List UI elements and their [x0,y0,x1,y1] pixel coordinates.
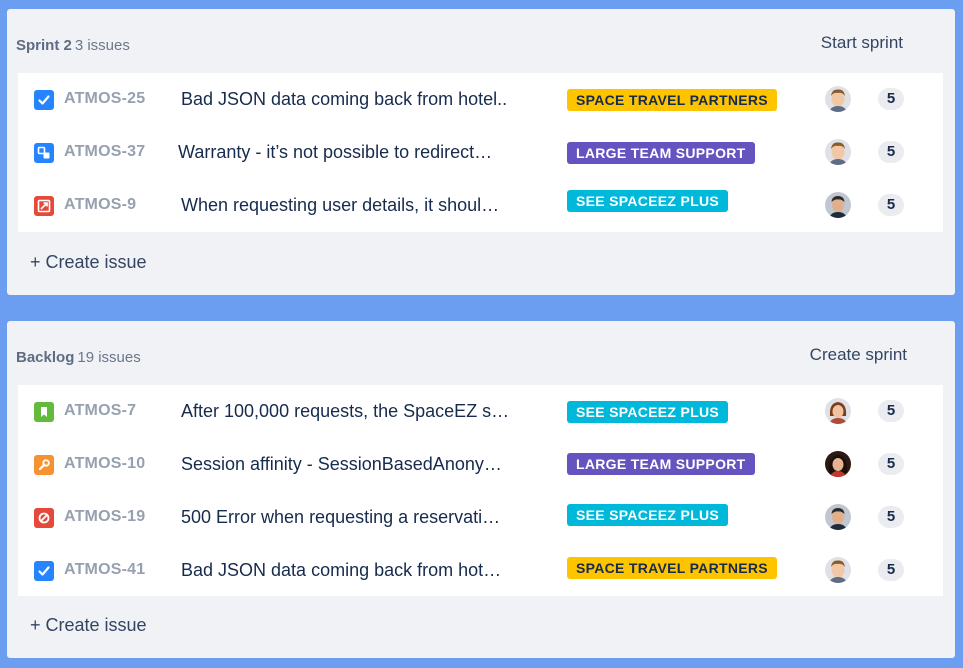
sprint-name: Sprint 2 [16,37,72,54]
epic-badge: LARGE TEAM SUPPORT [567,142,755,164]
issue-row-atmos-7[interactable]: ATMOS-7 After 100,000 requests, the Spac… [18,385,943,438]
task-wrench-icon [34,455,54,475]
issue-summary[interactable]: Session affinity - SessionBasedAnony… [181,454,541,475]
sprint-title: Sprint 23 issues [16,37,130,54]
sprint-panel: Sprint 23 issues Start sprint ATMOS-25 B… [7,9,955,295]
create-sprint-button[interactable]: Create sprint [806,343,911,367]
done-checkbox-icon [34,561,54,581]
backlog-header: Backlog 19 issues Create sprint [16,321,955,385]
story-points: 5 [878,141,904,163]
story-points: 5 [878,88,904,110]
avatar[interactable] [825,504,851,530]
sprint-issue-count: 3 issues [74,37,130,54]
story-points: 5 [878,194,904,216]
story-points: 5 [878,400,904,422]
sprint-issue-list: ATMOS-25 Bad JSON data coming back from … [18,73,943,232]
epic-badge: SPACE TRAVEL PARTNERS [567,557,777,579]
issue-row-atmos-9[interactable]: ATMOS-9 When requesting user details, it… [18,179,943,232]
issue-key[interactable]: ATMOS-19 [64,508,145,526]
issue-row-atmos-37[interactable]: ATMOS-37 Warranty - it’s not possible to… [18,126,943,179]
story-points: 5 [878,453,904,475]
issue-key[interactable]: ATMOS-10 [64,455,145,473]
issue-summary[interactable]: 500 Error when requesting a reservati… [181,507,541,528]
backlog-issue-count: 19 issues [77,349,141,366]
issue-summary[interactable]: Bad JSON data coming back from hot… [181,560,541,581]
backlog-panel: Backlog 19 issues Create sprint ATMOS-7 A… [7,321,955,658]
avatar[interactable] [825,139,851,165]
epic-badge: SEE SPACEEZ PLUS [567,401,729,423]
issue-row-atmos-25[interactable]: ATMOS-25 Bad JSON data coming back from … [18,73,943,126]
issue-key[interactable]: ATMOS-25 [64,90,145,108]
sprint-header: Sprint 23 issues Start sprint [16,9,955,73]
done-checkbox-icon [34,90,54,110]
issue-summary[interactable]: When requesting user details, it shoul… [181,195,541,216]
issue-summary[interactable]: Warranty - it’s not possible to redirect… [178,142,538,163]
issue-key[interactable]: ATMOS-37 [64,143,145,161]
issue-key[interactable]: ATMOS-7 [64,402,136,420]
start-sprint-button[interactable]: Start sprint [817,31,907,55]
subtask-icon [34,143,54,163]
backlog-issue-list: ATMOS-7 After 100,000 requests, the Spac… [18,385,943,596]
epic-badge: SEE SPACEEZ PLUS [567,504,729,526]
issue-row-atmos-10[interactable]: ATMOS-10 Session affinity - SessionBased… [18,438,943,491]
improvement-icon [34,196,54,216]
issue-summary[interactable]: Bad JSON data coming back from hotel.. [181,89,541,110]
avatar[interactable] [825,451,851,477]
issue-key[interactable]: ATMOS-41 [64,561,145,579]
epic-badge: SPACE TRAVEL PARTNERS [567,89,777,111]
avatar[interactable] [825,86,851,112]
backlog-name: Backlog [16,349,75,366]
issue-row-atmos-41[interactable]: ATMOS-41 Bad JSON data coming back from … [18,544,943,597]
create-issue-button[interactable]: + Create issue [30,252,147,273]
avatar[interactable] [825,398,851,424]
avatar[interactable] [825,557,851,583]
issue-summary[interactable]: After 100,000 requests, the SpaceEZ s… [181,401,541,422]
create-issue-button[interactable]: + Create issue [30,615,147,636]
epic-badge: SEE SPACEEZ PLUS [567,190,729,212]
story-bookmark-icon [34,402,54,422]
backlog-title: Backlog 19 issues [16,349,141,366]
story-points: 5 [878,559,904,581]
issue-key[interactable]: ATMOS-9 [64,196,136,214]
story-points: 5 [878,506,904,528]
bug-icon [34,508,54,528]
avatar[interactable] [825,192,851,218]
epic-badge: LARGE TEAM SUPPORT [567,453,755,475]
issue-row-atmos-19[interactable]: ATMOS-19 500 Error when requesting a res… [18,491,943,544]
